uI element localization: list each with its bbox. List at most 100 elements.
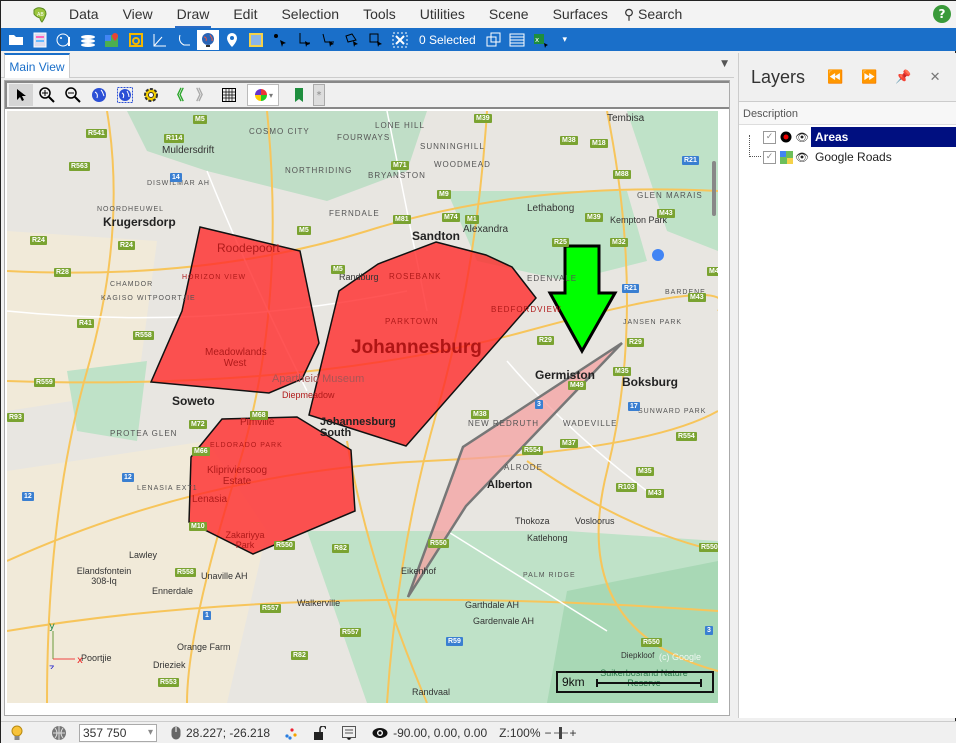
status-bar: 357 750 28.227; -26.218 -90.00, 0.00, 0.… — [1, 721, 956, 743]
notes-icon[interactable] — [342, 726, 357, 740]
map-label: Lethabong — [527, 203, 575, 214]
map-label: Roodepoort — [217, 241, 280, 255]
grid-icon[interactable] — [217, 84, 241, 106]
menu-selection[interactable]: Selection — [269, 1, 351, 28]
axis-rotate-icon[interactable] — [173, 30, 195, 50]
map-label: Gardenvale AH — [473, 616, 535, 626]
app-logo-icon: AB — [23, 5, 57, 25]
scale-select[interactable]: 357 750 — [79, 724, 157, 742]
theme-palette-dropdown[interactable]: ▾ — [247, 84, 279, 106]
close-icon[interactable]: ✕ — [930, 69, 941, 85]
road-shield: R550 — [641, 638, 662, 647]
road-shield: R41 — [77, 319, 94, 328]
map-label: Garthdale AH — [465, 600, 520, 610]
road-shield: R24 — [30, 236, 47, 245]
mouse-icon — [171, 726, 181, 740]
zoom-to-selection-icon[interactable] — [482, 30, 504, 50]
layer-row-areas[interactable]: ✓ 👁 Areas — [739, 127, 956, 147]
road-shield: M10 — [189, 522, 207, 531]
clear-selection-icon[interactable] — [389, 30, 411, 50]
select-box-icon[interactable] — [365, 30, 387, 50]
zoom-in-icon[interactable] — [35, 84, 59, 106]
svg-text:x: x — [535, 36, 539, 44]
layer-visibility-checkbox[interactable]: ✓ — [763, 130, 776, 144]
menu-view[interactable]: View — [111, 1, 165, 28]
road-shield: M49 — [568, 381, 586, 390]
road-shield: R93 — [7, 413, 24, 422]
settings-gear-icon[interactable] — [139, 84, 163, 106]
menu-scene[interactable]: Scene — [477, 1, 541, 28]
zoom-out-button[interactable]: − — [545, 726, 552, 740]
scale-bar-label: 9km — [562, 675, 585, 689]
zoom-slider[interactable] — [553, 726, 568, 740]
pin-icon[interactable]: 📌 — [895, 69, 911, 85]
menu-edit[interactable]: Edit — [221, 1, 269, 28]
selected-count: 0 Selected — [419, 32, 476, 47]
document-icon[interactable] — [29, 30, 51, 50]
menu-utilities[interactable]: Utilities — [408, 1, 477, 28]
tab-main-view[interactable]: Main View — [4, 53, 70, 78]
zoom-out-icon[interactable] — [61, 84, 85, 106]
road-shield: 14 — [170, 173, 182, 182]
layers-column-header: Description — [739, 101, 956, 125]
eye-icon[interactable]: 👁 — [795, 130, 809, 144]
previous-extent-icon[interactable]: 《 — [165, 84, 189, 106]
layer-row-google-roads[interactable]: ✓ 👁 Google Roads — [739, 147, 956, 167]
eye-icon[interactable]: 👁 — [795, 150, 809, 164]
collapse-left-icon[interactable]: ⏪ — [827, 69, 843, 85]
road-shield: R114 — [164, 134, 185, 143]
select-line-icon[interactable] — [293, 30, 315, 50]
road-shield: M32 — [610, 238, 628, 247]
palette-icon[interactable] — [53, 30, 75, 50]
road-shield: M18 — [590, 139, 608, 148]
globe-zoom-window-icon[interactable] — [113, 84, 137, 106]
globe-status-icon[interactable] — [51, 725, 67, 741]
menu-surfaces[interactable]: Surfaces — [541, 1, 620, 28]
unlock-icon[interactable] — [314, 726, 327, 740]
open-folder-icon[interactable] — [5, 30, 27, 50]
google-maps-icon[interactable] — [101, 30, 123, 50]
map-label: Krugersdorp — [103, 215, 176, 229]
layer-name: Areas — [811, 127, 956, 147]
draw-rectangle-icon[interactable] — [245, 30, 267, 50]
bookmark-icon[interactable] — [287, 84, 311, 106]
menu-data[interactable]: Data — [57, 1, 111, 28]
select-point-icon[interactable] — [269, 30, 291, 50]
road-shield: M39 — [474, 114, 492, 123]
next-extent-icon[interactable]: 》 — [191, 84, 215, 106]
menu-draw[interactable]: Draw — [165, 1, 222, 28]
map-pin-icon[interactable] — [221, 30, 243, 50]
road-shield: R24 — [118, 241, 135, 250]
help-button[interactable]: ? — [933, 5, 951, 23]
globe-tool-icon[interactable] — [197, 29, 219, 50]
pointer-icon[interactable] — [9, 84, 33, 106]
globe-extent-icon[interactable] — [87, 84, 111, 106]
select-polyline-icon[interactable] — [317, 30, 339, 50]
tab-dropdown-icon[interactable]: ▼ — [721, 59, 728, 69]
export-excel-icon[interactable]: x — [530, 30, 552, 50]
snap-points-icon[interactable] — [284, 726, 298, 740]
layers-stack-icon[interactable] — [77, 30, 99, 50]
map-label: Zakariyya Park — [225, 530, 265, 550]
menu-tools[interactable]: Tools — [351, 1, 408, 28]
document-area: Main View ▼ 《 》 ▾ * COSMO CITY Muldersdr… — [1, 53, 734, 727]
road-shield: R550 — [699, 543, 718, 552]
collapse-right-icon[interactable]: ⏩ — [861, 69, 877, 85]
road-shield: 3 — [705, 626, 713, 635]
measure-angle-icon[interactable] — [149, 30, 171, 50]
svg-text:z: z — [49, 663, 54, 669]
road-shield: R29 — [627, 338, 644, 347]
map-toolbar-more-button[interactable]: * — [313, 84, 325, 106]
lightbulb-icon[interactable] — [11, 725, 23, 741]
layer-visibility-checkbox[interactable]: ✓ — [763, 150, 776, 164]
bing-maps-icon[interactable] — [125, 30, 147, 50]
road-shield: R103 — [616, 483, 637, 492]
select-polygon-icon[interactable] — [341, 30, 363, 50]
vertical-scrollbar[interactable] — [712, 161, 716, 216]
search-button[interactable]: ⚲ Search — [620, 1, 695, 28]
map-canvas[interactable]: COSMO CITY Muldersdrift FOURWAYS LONE HI… — [7, 111, 718, 703]
zoom-in-button[interactable]: + — [570, 726, 577, 740]
map-label: PALM RIDGE — [523, 572, 576, 579]
ribbon-overflow-chevron-icon[interactable]: ▾ — [554, 30, 576, 50]
attribute-table-icon[interactable] — [506, 30, 528, 50]
